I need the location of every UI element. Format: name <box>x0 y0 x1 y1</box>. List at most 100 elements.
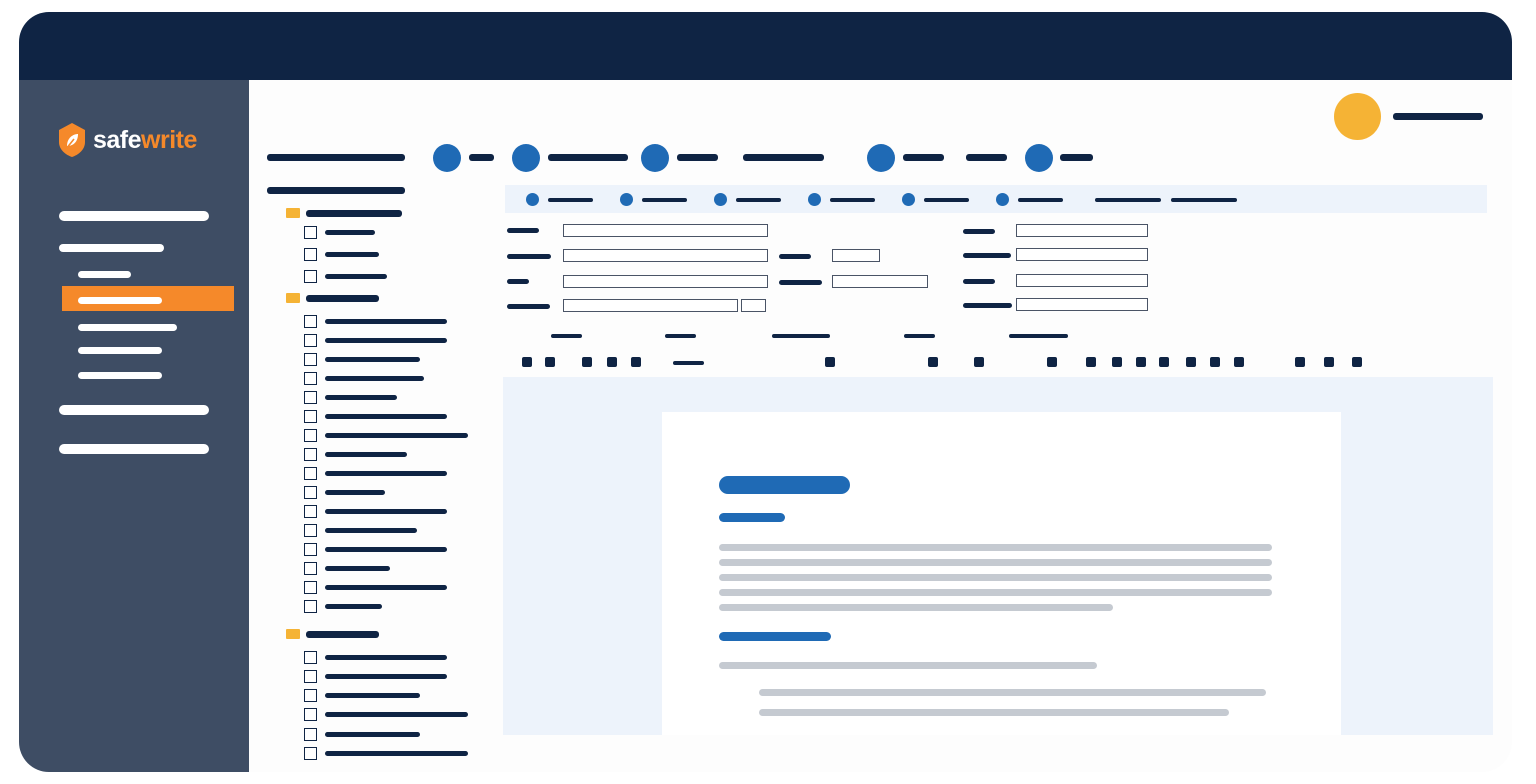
sidebar-item[interactable] <box>59 244 164 252</box>
toolbar-button-icon[interactable] <box>1047 357 1057 367</box>
step-dot-icon[interactable] <box>867 144 895 172</box>
step-dot-icon[interactable] <box>996 193 1009 206</box>
checkbox-icon[interactable] <box>304 410 317 423</box>
checkbox-icon[interactable] <box>304 670 317 683</box>
tree-item-label <box>325 712 468 717</box>
tab[interactable] <box>772 334 830 338</box>
toolbar-button-icon[interactable] <box>582 357 592 367</box>
toolbar-button-icon[interactable] <box>607 357 617 367</box>
toolbar-button-icon[interactable] <box>1324 357 1334 367</box>
document-text-line <box>719 604 1113 611</box>
checkbox-icon[interactable] <box>304 372 317 385</box>
form-field[interactable] <box>563 249 768 262</box>
checkbox-icon[interactable] <box>304 600 317 613</box>
form-field[interactable] <box>1016 298 1148 311</box>
tree-folder-label[interactable] <box>306 295 379 302</box>
form-field[interactable] <box>563 275 768 288</box>
toolbar-button-icon[interactable] <box>522 357 532 367</box>
sidebar-subitem[interactable] <box>78 324 177 331</box>
checkbox-icon[interactable] <box>304 448 317 461</box>
tab[interactable] <box>1009 334 1068 338</box>
checkbox-icon[interactable] <box>304 524 317 537</box>
toolbar-button-icon[interactable] <box>631 357 641 367</box>
form-field-small[interactable] <box>741 299 766 312</box>
toolbar-button-icon[interactable] <box>1234 357 1244 367</box>
document-text-line <box>719 559 1272 566</box>
checkbox-icon[interactable] <box>304 334 317 347</box>
toolbar-button-icon[interactable] <box>974 357 984 367</box>
form-field[interactable] <box>1016 224 1148 237</box>
form-label <box>507 279 529 284</box>
substep-label <box>924 198 969 202</box>
tree-item-label <box>325 338 447 343</box>
checkbox-icon[interactable] <box>304 353 317 366</box>
sidebar-item[interactable] <box>59 211 209 221</box>
checkbox-icon[interactable] <box>304 391 317 404</box>
step-dot-icon[interactable] <box>526 193 539 206</box>
user-name[interactable] <box>1393 113 1483 120</box>
toolbar-button-icon[interactable] <box>1352 357 1362 367</box>
toolbar-button-icon[interactable] <box>1086 357 1096 367</box>
step-dot-icon[interactable] <box>512 144 540 172</box>
step-dot-icon[interactable] <box>808 193 821 206</box>
checkbox-icon[interactable] <box>304 747 317 760</box>
tree-item-label <box>325 674 447 679</box>
checkbox-icon[interactable] <box>304 728 317 741</box>
checkbox-icon[interactable] <box>304 270 317 283</box>
sidebar-item[interactable] <box>59 405 209 415</box>
toolbar-button-icon[interactable] <box>825 357 835 367</box>
checkbox-icon[interactable] <box>304 248 317 261</box>
toolbar-button-icon[interactable] <box>1210 357 1220 367</box>
user-avatar-icon[interactable] <box>1334 93 1381 140</box>
tree-folder-label[interactable] <box>306 631 379 638</box>
checkbox-icon[interactable] <box>304 505 317 518</box>
form-field[interactable] <box>832 249 880 262</box>
checkbox-icon[interactable] <box>304 562 317 575</box>
toolbar-button-icon[interactable] <box>1136 357 1146 367</box>
folder-icon[interactable] <box>286 208 300 218</box>
toolbar-button-icon[interactable] <box>545 357 555 367</box>
sidebar-item[interactable] <box>59 444 209 454</box>
toolbar-button-icon[interactable] <box>928 357 938 367</box>
checkbox-icon[interactable] <box>304 581 317 594</box>
tab[interactable] <box>904 334 935 338</box>
toolbar-button-icon[interactable] <box>1159 357 1169 367</box>
form-field[interactable] <box>563 224 768 237</box>
step-dot-icon[interactable] <box>641 144 669 172</box>
checkbox-icon[interactable] <box>304 543 317 556</box>
step-label <box>677 154 718 161</box>
checkbox-icon[interactable] <box>304 486 317 499</box>
checkbox-icon[interactable] <box>304 689 317 702</box>
checkbox-icon[interactable] <box>304 429 317 442</box>
checkbox-icon[interactable] <box>304 708 317 721</box>
toolbar-button-icon[interactable] <box>1186 357 1196 367</box>
step-dot-icon[interactable] <box>433 144 461 172</box>
step-dot-icon[interactable] <box>902 193 915 206</box>
sidebar-subitem[interactable] <box>78 271 131 278</box>
checkbox-icon[interactable] <box>304 315 317 328</box>
sidebar-subitem[interactable] <box>78 372 162 379</box>
checkbox-icon[interactable] <box>304 651 317 664</box>
checkbox-icon[interactable] <box>304 226 317 239</box>
sidebar-subitem[interactable] <box>78 347 162 354</box>
tree-title <box>267 187 405 194</box>
form-field[interactable] <box>1016 274 1148 287</box>
tree-item-label <box>325 693 420 698</box>
folder-icon[interactable] <box>286 293 300 303</box>
step-dot-icon[interactable] <box>1025 144 1053 172</box>
folder-icon[interactable] <box>286 629 300 639</box>
toolbar-button-icon[interactable] <box>1112 357 1122 367</box>
tab[interactable] <box>665 334 696 338</box>
form-field[interactable] <box>563 299 738 312</box>
toolbar-dropdown[interactable] <box>673 361 704 365</box>
tree-folder-label[interactable] <box>306 210 402 217</box>
step-dot-icon[interactable] <box>620 193 633 206</box>
tree-item-label <box>325 414 447 419</box>
app-logo[interactable]: safewrite <box>93 126 197 155</box>
form-field[interactable] <box>832 275 928 288</box>
step-dot-icon[interactable] <box>714 193 727 206</box>
toolbar-button-icon[interactable] <box>1295 357 1305 367</box>
form-field[interactable] <box>1016 248 1148 261</box>
checkbox-icon[interactable] <box>304 467 317 480</box>
tab[interactable] <box>551 334 582 338</box>
